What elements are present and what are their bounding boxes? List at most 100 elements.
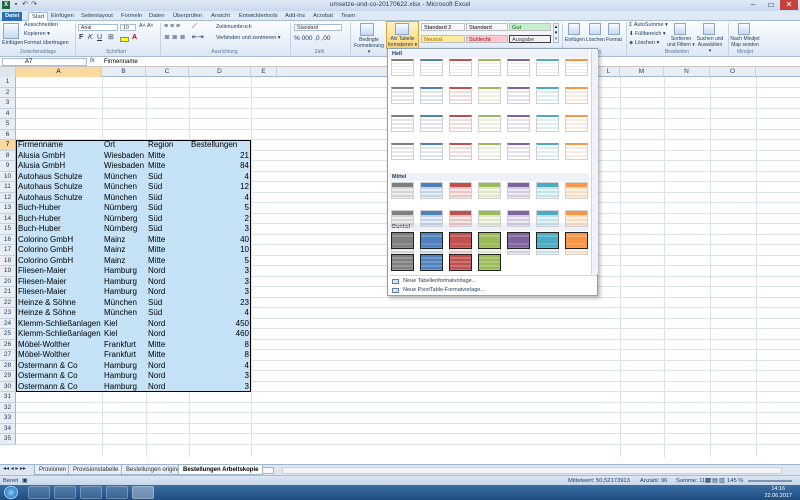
border-icon[interactable]: ⊞ [108,34,114,41]
clear-button[interactable]: ◈ Löschen ▾ [629,40,659,47]
row-header[interactable]: 10 [0,171,16,182]
table-cell[interactable]: München [104,172,146,183]
row-header[interactable]: 26 [0,339,16,350]
table-cell[interactable]: 450 [191,319,249,330]
row-header[interactable]: 18 [0,255,16,266]
format-cells-icon[interactable] [608,23,620,35]
underline-icon[interactable]: U [97,34,102,41]
table-style-swatch[interactable] [478,87,501,104]
table-cell[interactable]: Hamburg [104,266,146,277]
table-style-swatch[interactable] [536,87,559,104]
sort-filter-button[interactable]: Sortieren und Filtern ▾ [667,36,695,48]
table-cell[interactable]: Kiel [104,319,146,330]
font-name-select[interactable]: Arial [78,24,118,31]
font-grow-shrink-icons[interactable]: A˄ A˅ [139,23,154,30]
row-header[interactable]: 16 [0,234,16,245]
format-cells-button[interactable]: Format [606,37,622,44]
sheet-nav-icons[interactable]: ◂◂ ◂ ▸ ▸▸ [3,466,26,473]
table-cell[interactable]: Ostermann & Co [18,382,102,393]
minimize-button[interactable]: – [744,0,762,10]
column-header[interactable]: L [598,67,620,77]
row-header[interactable]: 3 [0,98,16,109]
row-header[interactable]: 35 [0,434,16,445]
font-color-icon[interactable]: A [132,34,137,41]
table-cell[interactable]: 8 [191,340,249,351]
style-standard[interactable]: Standard [466,23,508,31]
row-header[interactable]: 6 [0,129,16,140]
conditional-format-icon[interactable] [360,23,374,36]
table-cell[interactable]: 4 [191,308,249,319]
table-cell[interactable]: Fliesen-Maier [18,287,102,298]
horizontal-scrollbar[interactable] [282,467,782,474]
sheet-tab-active[interactable]: Bestellungen Arbeitskopie [178,465,264,475]
table-style-swatch[interactable] [449,210,472,227]
table-style-swatch[interactable] [449,87,472,104]
row-header[interactable]: 30 [0,381,16,392]
table-cell[interactable]: Mitte [148,340,189,351]
table-cell[interactable]: Autohaus Schulze [18,172,102,183]
row-header[interactable]: 7 [0,140,16,151]
table-cell[interactable]: Buch-Huber [18,214,102,225]
paste-button-label[interactable]: Einfügen [2,40,23,47]
table-cell[interactable]: Heinze & Söhne [18,308,102,319]
table-cell[interactable]: Nord [148,329,189,340]
table-cell[interactable]: 4 [191,172,249,183]
table-style-swatch[interactable] [449,182,472,199]
table-style-swatch[interactable] [420,87,443,104]
table-style-swatch[interactable] [478,143,501,160]
table-style-swatch[interactable] [536,232,559,249]
table-cell[interactable]: 3 [191,277,249,288]
table-cell[interactable]: Hamburg [104,371,146,382]
row-header[interactable]: 19 [0,266,16,277]
table-cell[interactable]: Buch-Huber [18,224,102,235]
column-header[interactable]: D [189,67,251,77]
column-header[interactable]: A [16,67,102,77]
table-cell[interactable]: Süd [148,172,189,183]
fill-color-icon[interactable] [120,37,129,42]
sort-filter-icon[interactable] [674,23,686,35]
table-style-swatch[interactable] [507,232,530,249]
row-header[interactable]: 5 [0,119,16,130]
table-header-cell[interactable]: Bestellungen [191,140,249,151]
table-cell[interactable]: 23 [191,298,249,309]
table-cell[interactable]: Mainz [104,245,146,256]
table-style-swatch[interactable] [420,115,443,132]
table-cell[interactable]: München [104,193,146,204]
table-cell[interactable]: Nord [148,361,189,372]
table-style-swatch[interactable] [449,59,472,76]
table-cell[interactable]: Colorino GmbH [18,245,102,256]
number-format-select[interactable]: Standard [294,24,342,31]
table-style-swatch[interactable] [391,143,414,160]
column-header[interactable]: B [102,67,146,77]
table-style-swatch[interactable] [565,210,588,227]
table-cell[interactable]: Wiesbaden [104,151,146,162]
row-header[interactable]: 2 [0,87,16,98]
row-header[interactable]: 9 [0,161,16,172]
table-cell[interactable]: 3 [191,287,249,298]
table-cell[interactable]: Nürnberg [104,224,146,235]
copy-button[interactable]: Kopieren ▾ [24,31,50,38]
table-cell[interactable]: Hamburg [104,361,146,372]
row-header[interactable]: 33 [0,413,16,424]
row-header[interactable]: 21 [0,287,16,298]
tab-acrobat[interactable]: Acrobat [310,12,336,21]
column-header[interactable]: O [710,67,756,77]
table-style-swatch[interactable] [478,59,501,76]
table-cell[interactable]: Hamburg [104,287,146,298]
table-cell[interactable]: Mitte [148,151,189,162]
row-header[interactable]: 20 [0,276,16,287]
row-header[interactable]: 24 [0,318,16,329]
row-header[interactable]: 15 [0,224,16,235]
table-cell[interactable]: Mitte [148,350,189,361]
table-cell[interactable]: 3 [191,224,249,235]
row-header[interactable]: 27 [0,350,16,361]
style-standard-2[interactable]: Standard 2 [421,23,465,31]
table-style-swatch[interactable] [391,115,414,132]
row-header[interactable]: 28 [0,360,16,371]
table-cell[interactable]: Fliesen-Maier [18,266,102,277]
table-cell[interactable]: 10 [191,245,249,256]
font-size-select[interactable]: 10 [120,24,136,31]
row-header[interactable]: 22 [0,297,16,308]
ie-icon[interactable] [28,486,50,499]
table-style-swatch[interactable] [420,143,443,160]
